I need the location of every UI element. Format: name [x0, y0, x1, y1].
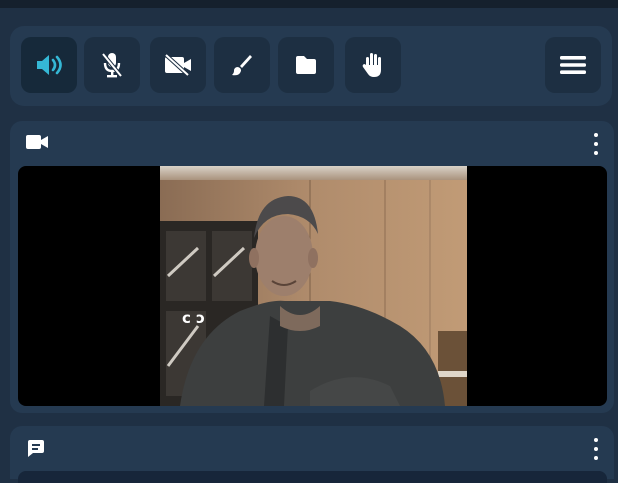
hand-icon: [362, 53, 381, 77]
chat-panel: [10, 426, 614, 483]
more-vertical-icon: [594, 133, 598, 137]
microphone-button[interactable]: [84, 37, 140, 93]
video-camera-icon: [26, 133, 50, 156]
top-strip: [0, 0, 618, 8]
folder-icon: [296, 56, 316, 74]
chat-panel-menu-button[interactable]: [590, 438, 602, 460]
hamburger-menu-icon: [560, 56, 586, 74]
video-panel: c ɔ: [10, 121, 614, 413]
speaker-button[interactable]: [21, 37, 77, 93]
brush-icon: [232, 55, 252, 76]
more-vertical-icon: [594, 438, 598, 442]
toolbar: [10, 26, 612, 106]
whiteboard-button[interactable]: [214, 37, 270, 93]
microphone-muted-icon: [101, 52, 123, 78]
chat-messages-area[interactable]: [18, 471, 607, 483]
feed-overlay-text: c ɔ: [182, 309, 205, 327]
chat-icon: [26, 438, 46, 463]
main-menu-button[interactable]: [545, 37, 601, 93]
camera-off-icon: [164, 53, 191, 77]
raise-hand-button[interactable]: [345, 37, 401, 93]
speaker-icon: [37, 55, 62, 75]
participant-video-feed: c ɔ: [160, 166, 467, 406]
video-stream[interactable]: c ɔ: [18, 166, 607, 406]
camera-button[interactable]: [150, 37, 206, 93]
video-panel-menu-button[interactable]: [590, 133, 602, 155]
files-button[interactable]: [278, 37, 334, 93]
